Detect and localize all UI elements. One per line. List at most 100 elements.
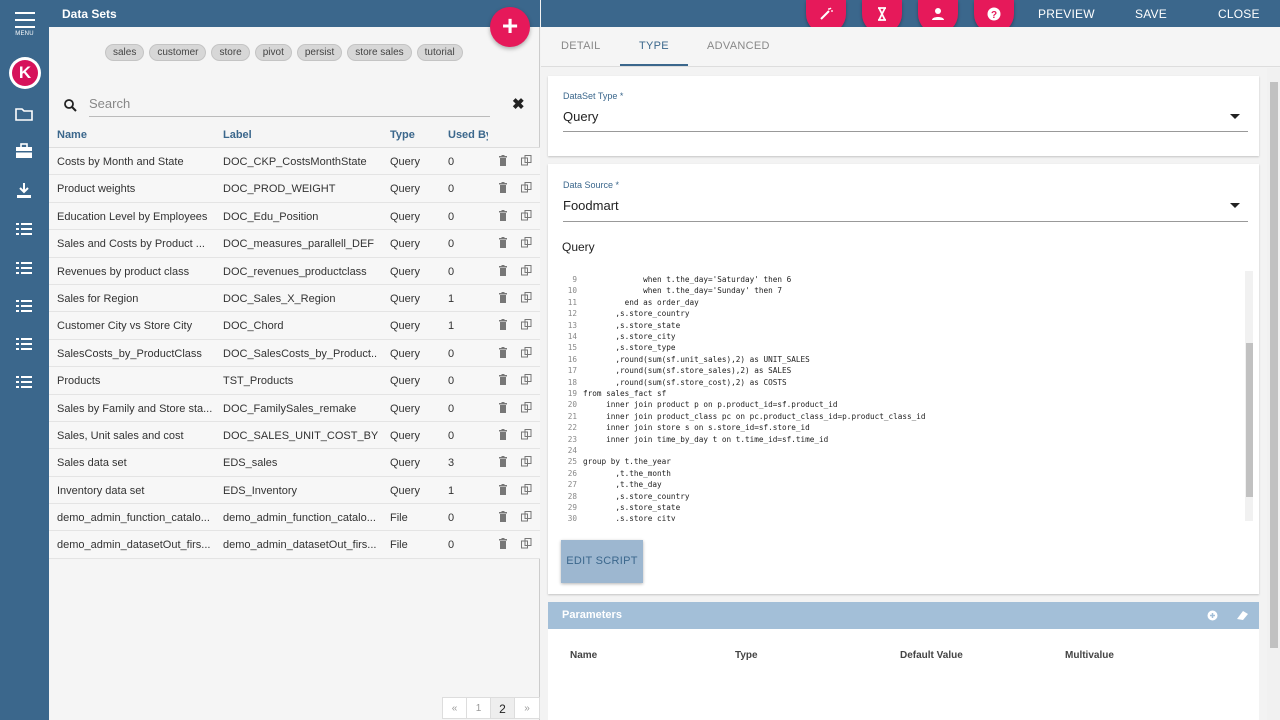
tag-chip[interactable]: store sales [347, 44, 412, 61]
dataset-type: Query [390, 347, 420, 360]
magic-wand-icon [820, 7, 833, 20]
table-row[interactable]: Sales, Unit sales and cost DOC_SALES_UNIT… [49, 421, 540, 450]
clone-icon[interactable] [521, 511, 532, 522]
table-row[interactable]: Sales for Region DOC_Sales_X_Region Query 1 [49, 284, 540, 313]
query-editor[interactable]: 9 when t.the_day='Saturday' then 6 10 whe… [555, 271, 1253, 521]
clone-icon[interactable] [521, 483, 532, 495]
column-header-type[interactable]: Type [390, 129, 440, 141]
trash-icon[interactable] [498, 209, 508, 221]
menu-button[interactable]: MENU [0, 12, 49, 37]
knowage-logo[interactable]: K [9, 57, 41, 89]
code-line: ,s.store_state [583, 503, 681, 512]
clone-icon[interactable] [521, 209, 532, 221]
tag-chip[interactable]: pivot [254, 44, 292, 61]
list-icon[interactable] [15, 220, 33, 238]
close-button[interactable]: CLOSE [1218, 7, 1260, 21]
table-row[interactable]: Inventory data set EDS_Inventory Query 1 [49, 476, 540, 505]
table-row[interactable]: Sales by Family and Store sta... DOC_Fami… [49, 394, 540, 422]
tab-type[interactable]: TYPE [639, 40, 669, 52]
trash-icon[interactable] [498, 374, 508, 386]
dataset-name: Sales, Unit sales and cost [57, 429, 184, 442]
trash-icon[interactable] [498, 456, 508, 468]
tab-detail[interactable]: DETAIL [561, 40, 601, 52]
trash-icon[interactable] [498, 538, 508, 550]
dataset-type: Query [390, 238, 420, 251]
clone-icon[interactable] [521, 374, 532, 385]
clone-icon[interactable] [521, 155, 532, 166]
trash-icon[interactable] [498, 511, 508, 523]
clone-icon[interactable] [521, 291, 532, 303]
trash-icon[interactable] [498, 483, 508, 495]
folder-icon[interactable] [15, 105, 33, 123]
dataset-name: demo_admin_datasetOut_firs... [57, 539, 211, 552]
table-row[interactable]: SalesCosts_by_ProductClass DOC_SalesCosts… [49, 339, 540, 368]
list-icon[interactable] [15, 335, 33, 353]
trash-icon[interactable] [498, 346, 508, 358]
download-icon[interactable] [15, 181, 33, 199]
dataset-label: DOC_FamilySales_remake [223, 402, 357, 415]
table-row[interactable]: Products TST_Products Query 0 [49, 367, 540, 395]
column-header-label[interactable]: Label [223, 129, 378, 141]
dataset-type: Query [390, 402, 420, 415]
table-row[interactable]: Revenues by product class DOC_revenues_pr… [49, 257, 540, 285]
tag-chip[interactable]: persist [296, 44, 343, 61]
trash-icon[interactable] [498, 428, 508, 440]
list-icon[interactable] [15, 373, 33, 391]
trash-icon[interactable] [498, 291, 508, 303]
eraser-icon[interactable] [1236, 610, 1249, 621]
table-row[interactable]: Education Level by Employees DOC_Edu_Posi… [49, 202, 540, 231]
editor-scrollbar[interactable] [1245, 271, 1253, 521]
trash-icon[interactable] [498, 155, 508, 166]
save-button[interactable]: SAVE [1135, 7, 1167, 21]
column-header-used-by[interactable]: Used By [448, 129, 488, 141]
trash-icon[interactable] [498, 401, 508, 413]
table-row[interactable]: Sales and Costs by Product ... DOC_measur… [49, 230, 540, 258]
prev-page-button[interactable]: « [443, 698, 467, 718]
clone-icon[interactable] [521, 346, 532, 358]
clone-icon[interactable] [521, 456, 532, 467]
table-row[interactable]: Sales data set EDS_sales Query 3 [49, 449, 540, 477]
table-row[interactable]: demo_admin_function_catalo... demo_admin_… [49, 504, 540, 532]
edit-script-button[interactable]: EDIT SCRIPT [561, 540, 643, 583]
page-1-button[interactable]: 1 [467, 698, 491, 718]
dataset-type-select[interactable]: Query [563, 109, 598, 124]
next-page-button[interactable]: » [515, 698, 539, 718]
clear-search-icon[interactable]: ✖ [512, 95, 525, 113]
add-parameter-icon[interactable] [1207, 610, 1218, 621]
tag-chip[interactable]: sales [105, 44, 145, 61]
clone-icon[interactable] [521, 264, 532, 276]
add-dataset-button[interactable]: + [490, 7, 530, 47]
tag-chip[interactable]: store [211, 44, 250, 61]
table-row[interactable]: Costs by Month and State DOC_CKP_CostsMon… [49, 148, 540, 176]
clone-icon[interactable] [521, 182, 532, 193]
tab-advanced[interactable]: ADVANCED [707, 40, 770, 52]
tag-chip[interactable]: customer [149, 44, 207, 61]
tag-chip[interactable]: tutorial [416, 44, 463, 61]
search-input[interactable]: Search [89, 96, 130, 111]
table-row[interactable]: Product weights DOC_PROD_WEIGHT Query 0 [49, 175, 540, 203]
clone-icon[interactable] [521, 538, 532, 549]
trash-icon[interactable] [498, 237, 508, 249]
clone-icon[interactable] [521, 319, 532, 330]
dataset-label: TST_Products [223, 375, 294, 388]
table-row[interactable]: demo_admin_datasetOut_firs... demo_admin_… [49, 531, 540, 559]
data-source-select[interactable]: Foodmart [563, 198, 619, 213]
trash-icon[interactable] [498, 264, 508, 276]
page-scrollbar[interactable] [1267, 68, 1280, 720]
trash-icon[interactable] [498, 182, 508, 194]
dropdown-caret-icon[interactable] [1230, 114, 1240, 119]
dataset-type: Query [390, 265, 420, 278]
column-header-name[interactable]: Name [57, 129, 215, 141]
list-icon[interactable] [15, 297, 33, 315]
briefcase-icon[interactable] [15, 142, 33, 160]
clone-icon[interactable] [521, 401, 532, 413]
preview-button[interactable]: PREVIEW [1038, 7, 1095, 21]
code-line: ,s.store_country [583, 491, 690, 501]
clone-icon[interactable] [521, 237, 532, 248]
dropdown-caret-icon[interactable] [1230, 203, 1240, 208]
list-icon[interactable] [15, 259, 33, 277]
table-row[interactable]: Customer City vs Store City DOC_Chord Quer… [49, 312, 540, 340]
page-2-button[interactable]: 2 [491, 698, 515, 718]
clone-icon[interactable] [521, 428, 532, 440]
trash-icon[interactable] [498, 319, 508, 331]
